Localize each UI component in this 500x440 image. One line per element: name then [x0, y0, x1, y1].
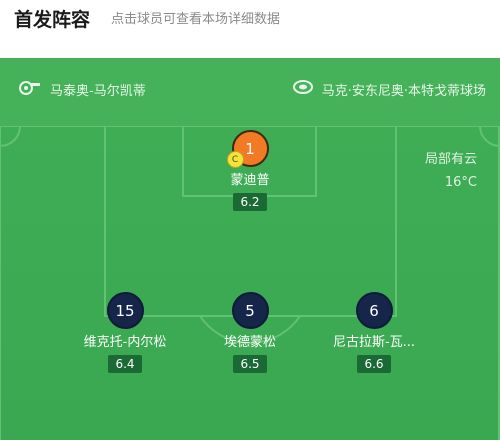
player-rating: 6.2 [233, 193, 267, 211]
page-title: 首发阵容 [14, 9, 91, 31]
player-number-circle: 15 [106, 292, 144, 329]
player-card[interactable]: 6 尼古拉斯-瓦... 6.6 [304, 292, 444, 373]
player-rating: 6.6 [357, 355, 391, 373]
venue-name: 马克·安东尼奥·本特戈蒂球场 [321, 83, 486, 99]
home-team: 马泰奥-马尔凯蒂 [18, 78, 146, 100]
venue: 马克·安东尼奥·本特戈蒂球场 [292, 78, 486, 100]
player-number-circle: 6 [355, 292, 393, 329]
player-name: 埃德蒙松 [223, 335, 276, 350]
lineup-header: 首发阵容 点击球员可查看本场详细数据 [0, 0, 500, 58]
page-subtitle: 点击球员可查看本场详细数据 [111, 12, 281, 27]
pitch: 马泰奥-马尔凯蒂 马克·安东尼奥·本特戈蒂球场 局部有云 16°C 1 C 蒙迪… [0, 58, 500, 440]
weather-condition: 局部有云 [424, 152, 477, 167]
weather-temperature: 16°C [444, 175, 477, 190]
player-number-circle: 1 C [226, 130, 269, 168]
player-number: 15 [115, 301, 135, 320]
player-name: 尼古拉斯-瓦... [332, 335, 416, 350]
player-card[interactable]: 15 维克托-内尔松 6.4 [55, 292, 195, 373]
player-card[interactable]: 1 C 蒙迪普 6.2 [180, 130, 320, 211]
player-number: 5 [245, 301, 255, 320]
team-info-bar: 马泰奥-马尔凯蒂 马克·安东尼奥·本特戈蒂球场 [0, 58, 500, 126]
player-number-circle: 5 [231, 292, 269, 329]
home-team-name: 马泰奥-马尔凯蒂 [50, 83, 146, 99]
player-name: 维克托-内尔松 [83, 335, 167, 350]
whistle-icon [18, 78, 42, 100]
player-number: 6 [369, 301, 379, 320]
captain-badge: C [226, 151, 244, 168]
player-name: 蒙迪普 [230, 173, 270, 188]
player-rating: 6.5 [233, 355, 267, 373]
player-rating: 6.4 [108, 355, 142, 373]
player-card[interactable]: 5 埃德蒙松 6.5 [180, 292, 320, 373]
player-number: 1 [245, 139, 255, 158]
stadium-icon [292, 78, 314, 100]
weather-info: 局部有云 16°C [425, 148, 477, 194]
